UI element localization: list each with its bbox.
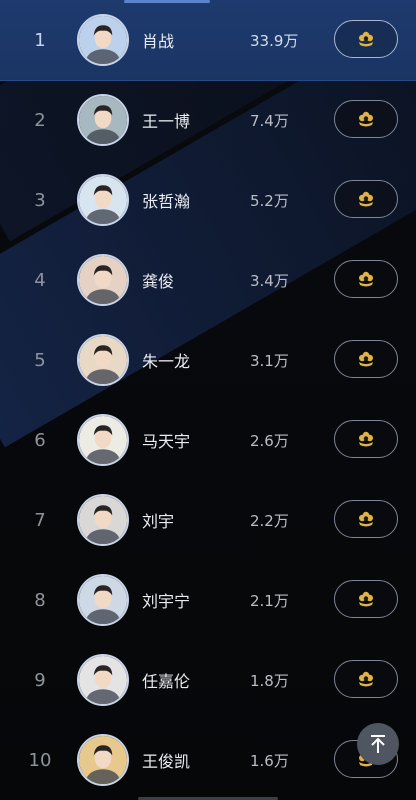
rank-number: 7 <box>34 509 46 531</box>
flower-badge-icon <box>356 109 376 129</box>
flower-badge-icon <box>356 669 376 689</box>
flower-badge-icon <box>356 429 376 449</box>
vote-button[interactable] <box>334 20 398 58</box>
ranking-row[interactable]: 5 朱一龙 3.1万 <box>0 320 416 400</box>
avatar[interactable] <box>77 14 129 66</box>
vote-count: 1.8万 <box>250 671 289 690</box>
rank-number: 2 <box>34 109 46 131</box>
vote-count: 2.2万 <box>250 511 289 530</box>
celebrity-name: 龚俊 <box>142 272 175 291</box>
ranking-row[interactable]: 6 马天宇 2.6万 <box>0 400 416 480</box>
vote-count: 7.4万 <box>250 111 289 130</box>
celebrity-name: 刘宇 <box>142 512 175 531</box>
vote-count: 5.2万 <box>250 191 289 210</box>
rank-number: 1 <box>34 29 46 51</box>
flower-badge-icon <box>356 509 376 529</box>
avatar[interactable] <box>77 334 129 386</box>
vote-button[interactable] <box>334 660 398 698</box>
vote-count: 1.6万 <box>250 751 289 770</box>
vote-count: 33.9万 <box>250 31 299 50</box>
vote-count: 2.6万 <box>250 431 289 450</box>
celebrity-name: 马天宇 <box>142 432 191 451</box>
vote-button[interactable] <box>334 260 398 298</box>
flower-badge-icon <box>356 269 376 289</box>
ranking-row[interactable]: 2 王一博 7.4万 <box>0 80 416 160</box>
vote-count: 2.1万 <box>250 591 289 610</box>
avatar[interactable] <box>77 254 129 306</box>
arrow-up-icon <box>371 735 385 753</box>
rank-number: 10 <box>28 749 52 771</box>
tab-indicator <box>124 0 210 3</box>
vote-button[interactable] <box>334 580 398 618</box>
rank-number: 6 <box>34 429 46 451</box>
avatar[interactable] <box>77 574 129 626</box>
flower-badge-icon <box>356 189 376 209</box>
rank-number: 9 <box>34 669 46 691</box>
ranking-row[interactable]: 3 张哲瀚 5.2万 <box>0 160 416 240</box>
celebrity-name: 任嘉伦 <box>142 672 191 691</box>
avatar[interactable] <box>77 174 129 226</box>
avatar[interactable] <box>77 494 129 546</box>
vote-button[interactable] <box>334 180 398 218</box>
vote-button[interactable] <box>334 340 398 378</box>
celebrity-name: 肖战 <box>142 32 175 51</box>
celebrity-name: 张哲瀚 <box>142 192 191 211</box>
vote-count: 3.4万 <box>250 271 289 290</box>
avatar[interactable] <box>77 414 129 466</box>
rank-number: 5 <box>34 349 46 371</box>
flower-badge-icon <box>356 29 376 49</box>
vote-button[interactable] <box>334 100 398 138</box>
rank-number: 3 <box>34 189 46 211</box>
ranking-row[interactable]: 9 任嘉伦 1.8万 <box>0 640 416 720</box>
ranking-row[interactable]: 4 龚俊 3.4万 <box>0 240 416 320</box>
ranking-row[interactable]: 7 刘宇 2.2万 <box>0 480 416 560</box>
avatar[interactable] <box>77 734 129 786</box>
celebrity-name: 刘宇宁 <box>142 592 191 611</box>
back-to-top-button[interactable] <box>357 723 399 765</box>
avatar[interactable] <box>77 94 129 146</box>
celebrity-name: 王一博 <box>142 112 191 131</box>
rank-number: 8 <box>34 589 46 611</box>
flower-badge-icon <box>356 349 376 369</box>
ranking-row[interactable]: 1 肖战 33.9万 <box>0 0 416 81</box>
avatar[interactable] <box>77 654 129 706</box>
flower-badge-icon <box>356 589 376 609</box>
celebrity-name: 朱一龙 <box>142 352 191 371</box>
ranking-row[interactable]: 8 刘宇宁 2.1万 <box>0 560 416 640</box>
ranking-list: 1 肖战 33.9万 2 王一博 7.4万 3 张哲瀚 5.2万 4 龚俊 3.4万 5 朱一龙 3.1万 6… <box>0 0 416 800</box>
vote-button[interactable] <box>334 500 398 538</box>
vote-button[interactable] <box>334 420 398 458</box>
celebrity-name: 王俊凯 <box>142 752 191 771</box>
ranking-row[interactable]: 10 王俊凯 1.6万 <box>0 720 416 800</box>
vote-count: 3.1万 <box>250 351 289 370</box>
rank-number: 4 <box>34 269 46 291</box>
